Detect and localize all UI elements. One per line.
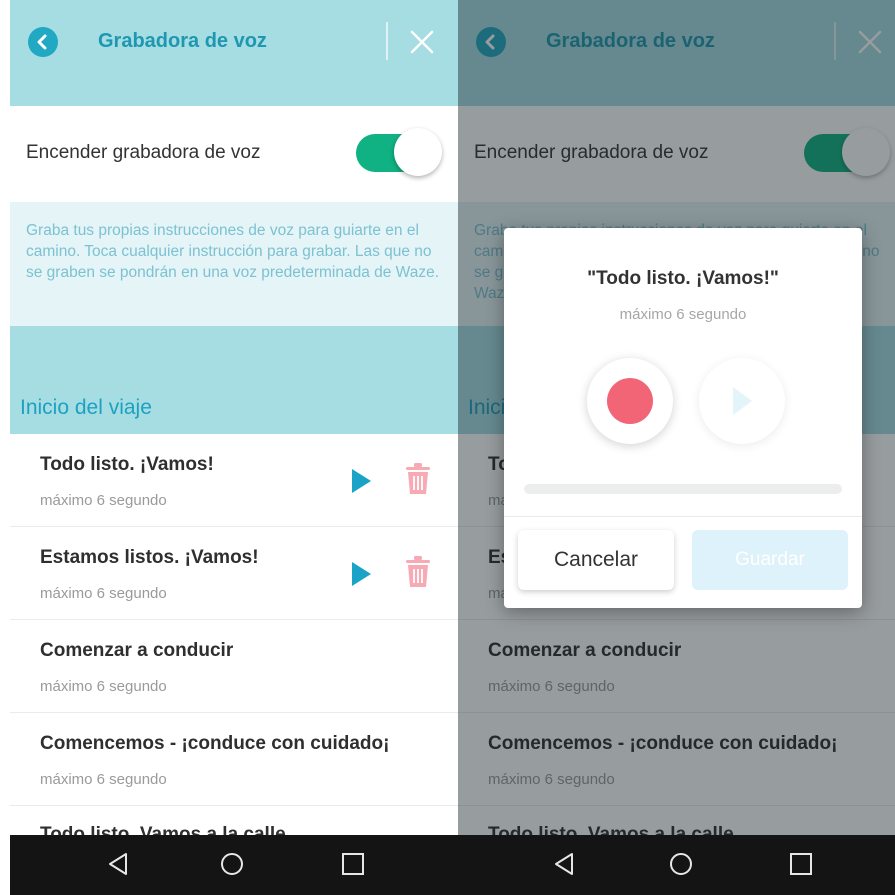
section-title: Inicio del viaje — [20, 396, 152, 419]
item-title: Estamos listos. ¡Vamos! — [40, 547, 259, 568]
voice-recorder-toggle[interactable] — [356, 128, 442, 180]
toggle-thumb — [394, 128, 442, 176]
page-title: Grabadora de voz — [98, 30, 267, 52]
instruction-list: Todo listo. ¡Vamos! máximo 6 segundo Est… — [10, 434, 458, 846]
close-button[interactable] — [402, 22, 442, 62]
play-icon — [733, 387, 752, 415]
nav-home-icon[interactable] — [664, 847, 698, 881]
info-text: Graba tus propias instrucciones de voz p… — [26, 222, 440, 281]
screen-main: Grabadora de voz Encender grabadora de v… — [10, 0, 458, 895]
nav-home-icon[interactable] — [215, 847, 249, 881]
record-dialog: "Todo listo. ¡Vamos!" máximo 6 segundo C… — [504, 228, 862, 608]
cancel-button[interactable]: Cancelar — [518, 530, 674, 590]
close-icon — [410, 30, 434, 54]
app-header: Grabadora de voz — [10, 0, 458, 80]
header-band — [10, 80, 458, 106]
item-subtitle: máximo 6 segundo — [40, 678, 167, 695]
back-button[interactable] — [28, 27, 58, 57]
trash-icon[interactable] — [404, 555, 432, 589]
system-nav-bar — [10, 835, 458, 895]
trash-icon[interactable] — [404, 462, 432, 496]
dialog-divider — [504, 516, 862, 517]
record-icon — [607, 378, 653, 424]
nav-back-icon[interactable] — [102, 847, 136, 881]
play-icon[interactable] — [350, 561, 372, 587]
item-subtitle: máximo 6 segundo — [40, 771, 167, 788]
toggle-label: Encender grabadora de voz — [26, 142, 261, 163]
dialog-subtitle: máximo 6 segundo — [619, 306, 747, 323]
item-subtitle: máximo 6 segundo — [40, 585, 167, 602]
header-divider — [386, 22, 388, 60]
system-nav-bar — [458, 835, 895, 895]
list-item[interactable]: Comenzar a conducir máximo 6 segundo — [10, 620, 458, 713]
recording-progress-bar — [524, 484, 842, 494]
list-item[interactable]: Todo listo. ¡Vamos! máximo 6 segundo — [10, 434, 458, 527]
toggle-row: Encender grabadora de voz — [10, 106, 458, 202]
play-icon[interactable] — [350, 468, 372, 494]
item-title: Comenzar a conducir — [40, 640, 234, 661]
info-box: Graba tus propias instrucciones de voz p… — [10, 202, 458, 326]
nav-recents-icon[interactable] — [336, 847, 370, 881]
section-header: Inicio del viaje — [10, 326, 458, 434]
nav-back-icon[interactable] — [548, 847, 582, 881]
item-title: Todo listo. ¡Vamos! — [40, 454, 214, 475]
preview-play-button[interactable] — [699, 358, 785, 444]
list-item[interactable]: Comencemos - ¡conduce con cuidado¡ máxim… — [10, 713, 458, 806]
item-title: Comencemos - ¡conduce con cuidado¡ — [40, 733, 390, 754]
list-item[interactable]: Estamos listos. ¡Vamos! máximo 6 segundo — [10, 527, 458, 620]
save-button[interactable]: Guardar — [692, 530, 848, 590]
back-arrow-icon — [37, 34, 47, 50]
item-subtitle: máximo 6 segundo — [40, 492, 167, 509]
record-button[interactable] — [587, 358, 673, 444]
dialog-title: "Todo listo. ¡Vamos!" — [587, 268, 779, 289]
nav-recents-icon[interactable] — [784, 847, 818, 881]
